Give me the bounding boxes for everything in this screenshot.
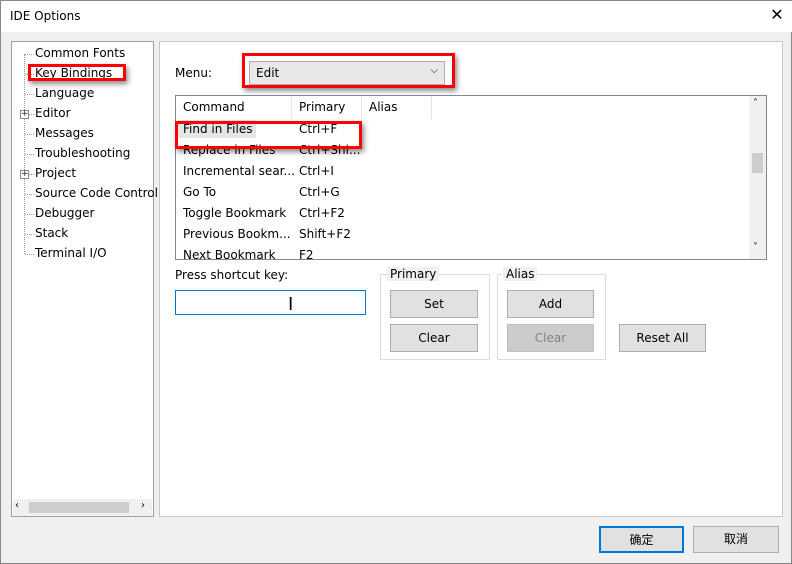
window-title: IDE Options — [10, 9, 81, 23]
tree-item[interactable]: Editor — [35, 106, 71, 120]
scroll-thumb[interactable] — [752, 153, 763, 173]
table-row[interactable]: Toggle Bookmark Ctrl+F2 — [176, 206, 746, 226]
tree-item[interactable]: Stack — [35, 226, 68, 240]
primary-clear-button[interactable]: Clear — [390, 324, 478, 352]
command-cell: Go To — [183, 185, 217, 199]
scroll-left-icon[interactable]: ‹ — [15, 500, 19, 511]
command-cell: Next Bookmark — [183, 248, 276, 260]
primary-group-label: Primary — [387, 267, 440, 281]
scroll-down-icon[interactable]: ˅ — [753, 242, 758, 253]
column-header-primary[interactable]: Primary — [292, 96, 362, 119]
scroll-up-icon[interactable]: ˄ — [753, 98, 758, 109]
ok-button[interactable]: 确定 — [599, 526, 684, 553]
primary-cell: Shift+F2 — [299, 227, 351, 241]
tree-item[interactable]: Messages — [35, 126, 94, 140]
title-bar: IDE Options ✕ — [1, 1, 792, 32]
highlight-key-bindings — [28, 64, 126, 81]
shortcut-input[interactable] — [175, 290, 366, 315]
scroll-right-icon[interactable]: › — [141, 500, 145, 511]
command-cell: Previous Bookm... — [183, 227, 291, 241]
vertical-scrollbar[interactable]: ˄ ˅ — [749, 96, 766, 259]
expand-icon[interactable]: + — [20, 170, 29, 179]
close-icon[interactable]: ✕ — [767, 5, 787, 24]
column-header-alias[interactable]: Alias — [362, 96, 432, 119]
alias-group-label: Alias — [503, 267, 538, 281]
highlight-find-in-files — [175, 121, 362, 149]
primary-cell: Ctrl+F2 — [299, 206, 345, 220]
set-button[interactable]: Set — [390, 290, 478, 318]
text-cursor-icon: I — [288, 294, 294, 315]
tree-item[interactable]: Debugger — [35, 206, 94, 220]
table-row[interactable]: Go To Ctrl+G — [176, 185, 746, 205]
cancel-button[interactable]: 取消 — [693, 526, 779, 553]
primary-cell: Ctrl+G — [299, 185, 340, 199]
menu-label: Menu: — [175, 66, 212, 80]
shortcut-label: Press shortcut key: — [175, 268, 289, 282]
alias-clear-button[interactable]: Clear — [507, 324, 594, 352]
horizontal-scrollbar[interactable]: ‹ › — [13, 499, 152, 516]
primary-cell: F2 — [299, 248, 314, 260]
scroll-thumb[interactable] — [29, 502, 129, 513]
table-row[interactable]: Incremental sear... Ctrl+I — [176, 164, 746, 184]
expand-icon[interactable]: + — [20, 110, 29, 119]
tree-item[interactable]: Troubleshooting — [35, 146, 130, 160]
primary-cell: Ctrl+I — [299, 164, 334, 178]
table-row[interactable]: Next Bookmark F2 — [176, 248, 746, 260]
tree-item[interactable]: Source Code Control — [35, 186, 158, 200]
table-row[interactable]: Previous Bookm... Shift+F2 — [176, 227, 746, 247]
command-cell: Incremental sear... — [183, 164, 295, 178]
add-button[interactable]: Add — [507, 290, 594, 318]
highlight-menu — [242, 53, 455, 88]
options-tree: Common Fonts Key Bindings Language + Editor M… — [11, 41, 158, 517]
tree-item[interactable]: Terminal I/O — [35, 246, 107, 260]
column-header-command[interactable]: Command — [176, 96, 292, 119]
command-cell: Toggle Bookmark — [183, 206, 287, 220]
tree-item[interactable]: Common Fonts — [35, 46, 125, 60]
tree-item[interactable]: Language — [35, 86, 94, 100]
tree-item[interactable]: Project — [35, 166, 76, 180]
reset-all-button[interactable]: Reset All — [619, 324, 706, 352]
command-list[interactable]: Command Primary Alias Find in Files Ctrl+… — [175, 95, 767, 260]
